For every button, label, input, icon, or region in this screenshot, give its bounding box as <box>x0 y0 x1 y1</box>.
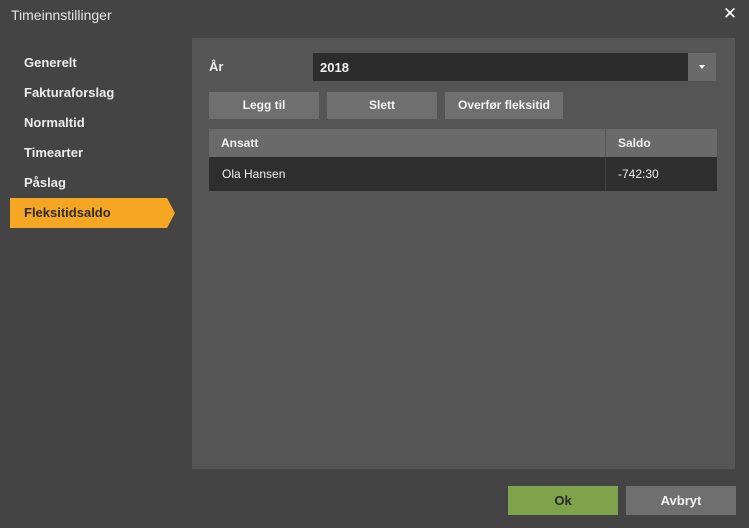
year-select[interactable]: 2018 <box>313 53 716 81</box>
sidebar-item-generelt[interactable]: Generelt <box>10 48 167 78</box>
transfer-flextime-button[interactable]: Overfør fleksitid <box>445 92 563 119</box>
sidebar-item-label: Fleksitidsaldo <box>24 205 111 220</box>
settings-dialog: Timeinnstillinger ✕ Generelt Fakturafors… <box>0 0 749 528</box>
add-button[interactable]: Legg til <box>209 92 319 119</box>
column-header-ansatt[interactable]: Ansatt <box>221 129 258 157</box>
year-label: År <box>209 59 224 74</box>
table-row[interactable]: Ola Hansen -742:30 <box>209 157 717 191</box>
chevron-down-icon[interactable] <box>688 53 716 81</box>
sidebar-item-fleksitidsaldo[interactable]: Fleksitidsaldo <box>10 198 175 228</box>
sidebar-item-label: Generelt <box>24 55 77 70</box>
column-divider <box>605 129 606 157</box>
ok-button[interactable]: Ok <box>508 486 618 515</box>
dialog-title: Timeinnstillinger <box>11 7 112 23</box>
column-header-saldo[interactable]: Saldo <box>618 129 651 157</box>
delete-button[interactable]: Slett <box>327 92 437 119</box>
sidebar-item-fakturaforslag[interactable]: Fakturaforslag <box>10 78 167 108</box>
sidebar-item-normaltid[interactable]: Normaltid <box>10 108 167 138</box>
sidebar-item-label: Påslag <box>24 175 66 190</box>
content-panel: År 2018 Legg til Slett Overfør fleksitid… <box>192 38 735 469</box>
cell-employee: Ola Hansen <box>222 167 286 181</box>
sidebar-item-paslag[interactable]: Påslag <box>10 168 167 198</box>
cell-balance: -742:30 <box>618 167 659 181</box>
sidebar-item-timearter[interactable]: Timearter <box>10 138 167 168</box>
year-select-value: 2018 <box>320 60 349 75</box>
sidebar-item-label: Normaltid <box>24 115 85 130</box>
sidebar-item-label: Fakturaforslag <box>24 85 115 100</box>
table-header: Ansatt Saldo <box>209 129 717 157</box>
settings-sidebar: Generelt Fakturaforslag Normaltid Timear… <box>10 48 175 228</box>
column-divider <box>605 157 606 191</box>
flextime-table: Ansatt Saldo Ola Hansen -742:30 <box>209 129 717 191</box>
title-bar: Timeinnstillinger ✕ <box>0 0 749 30</box>
cancel-button[interactable]: Avbryt <box>626 486 736 515</box>
close-icon[interactable]: ✕ <box>721 5 739 23</box>
sidebar-item-label: Timearter <box>24 145 84 160</box>
